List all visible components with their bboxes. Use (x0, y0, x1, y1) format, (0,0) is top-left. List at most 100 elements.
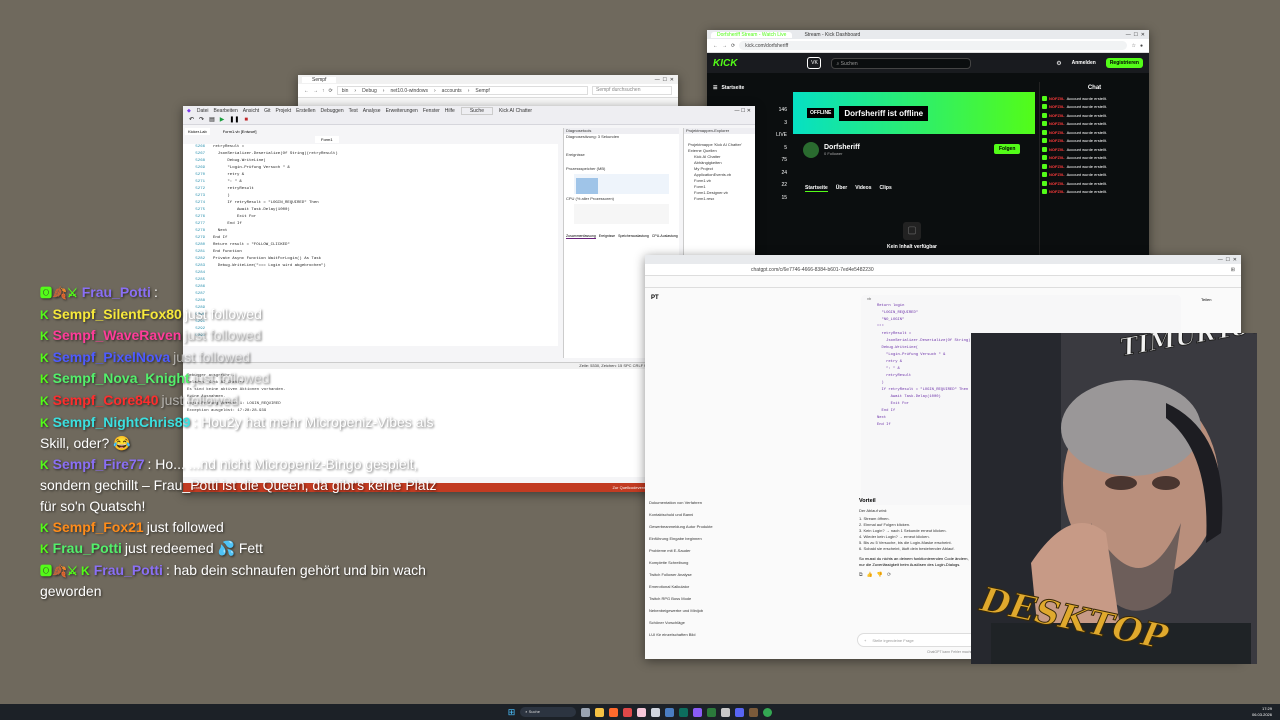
thumbs-down-icon[interactable]: 👎 (877, 572, 883, 578)
register-button[interactable]: Registrieren (1105, 58, 1143, 68)
conversation-item[interactable]: LUI für einzelschaften Bild (649, 629, 749, 641)
start-icon[interactable]: ▶ (220, 116, 225, 123)
gpt-url[interactable]: chatgpt.com/c/6e7746-4666-8384-b601-7ed4… (651, 267, 1227, 273)
prompt-input[interactable]: + Stelle irgendeine Frage (857, 633, 977, 647)
app-icon[interactable] (721, 707, 731, 717)
chat-username[interactable]: Frau_Potti (82, 284, 151, 300)
task-view-icon[interactable] (581, 707, 591, 717)
url-field[interactable]: kick.com/dorfsheriff (739, 41, 1128, 50)
refresh-icon[interactable]: ⟳ (329, 88, 333, 94)
conversation-item[interactable]: Gewerbeanmeldung Autor Produkte (649, 521, 749, 533)
conversation-item[interactable]: Dokumentation von Verfahren (649, 497, 749, 509)
stop-icon[interactable]: ■ (244, 117, 248, 123)
visual-studio-icon[interactable] (693, 707, 703, 717)
breadcrumb[interactable]: bin › Debug › net10.0-windows › accounts › S… (336, 86, 588, 95)
breadcrumb-item[interactable]: Sempf (475, 88, 489, 94)
vs-menu-item[interactable]: Analyse (363, 108, 381, 114)
chat-username[interactable]: Frau_Potti (53, 540, 122, 556)
chat-username[interactable]: NOFZ0L (1049, 130, 1065, 135)
breadcrumb-item[interactable]: Debug (362, 88, 377, 94)
app-icon[interactable] (735, 707, 745, 717)
chat-username[interactable]: NOFZ0L (1049, 138, 1065, 143)
chat-username[interactable]: NOFZ0L (1049, 113, 1065, 118)
browser-tab[interactable]: Stream - Kick Dashboard (798, 32, 866, 38)
tab-form1-design[interactable]: Form1.vb [Entwurf] (220, 128, 260, 135)
up-arrow-icon[interactable]: ↑ (322, 88, 325, 94)
conversation-item[interactable]: Emerotional Kalkulator (649, 581, 749, 593)
vs-menu-item[interactable]: Erweiterungen (386, 108, 418, 114)
refresh-icon[interactable]: ⟳ (731, 43, 735, 49)
gear-icon[interactable]: ⚙ (1056, 60, 1061, 67)
vs-search[interactable]: Suche (460, 106, 493, 115)
diag-tab[interactable]: Zusammenfassung (566, 234, 596, 239)
chat-username[interactable]: NOFZ0L (1049, 96, 1065, 101)
extension-icon[interactable]: ⊞ (1231, 267, 1235, 273)
conversation-item[interactable]: Twitch Follower Analyse (649, 569, 749, 581)
conversation-item[interactable]: Komplette Schreibung (649, 557, 749, 569)
chat-username[interactable]: NOFZ0L (1049, 155, 1065, 160)
chat-username[interactable]: Sempf_Core840 (53, 392, 159, 408)
conversation-item[interactable]: Schöner Vorschläge (649, 617, 749, 629)
redo-icon[interactable]: ↷ (199, 116, 204, 123)
copy-icon[interactable]: ⧉ (859, 572, 863, 578)
file-tab-form1[interactable]: Form1 (315, 136, 339, 143)
chat-username[interactable]: Sempf_PixelNova (53, 349, 171, 365)
chat-username[interactable]: NOFZ0L (1049, 104, 1065, 109)
diag-tab[interactable]: Ereignisse (599, 234, 615, 239)
app-icon[interactable] (679, 707, 689, 717)
app-icon[interactable] (623, 707, 633, 717)
vs-menu-item[interactable]: Fenster (423, 108, 440, 114)
chat-username[interactable]: Sempf_Nova_Knight (53, 370, 190, 386)
kick-home-link[interactable]: ☰ Startseite (707, 82, 777, 94)
chrome-icon[interactable] (763, 707, 773, 717)
chat-username[interactable]: Sempf_SilentFox80 (53, 306, 182, 322)
chat-username[interactable]: NOFZ0L (1049, 181, 1065, 186)
chat-username[interactable]: NOFZ0L (1049, 164, 1065, 169)
tab-videos[interactable]: Videos (855, 185, 871, 192)
regenerate-icon[interactable]: ⟳ (887, 572, 891, 578)
breadcrumb-item[interactable]: bin (342, 88, 349, 94)
vs-menu-item[interactable]: Datei (197, 108, 209, 114)
chat-username[interactable]: NOFZ0L (1049, 172, 1065, 177)
tab-clips[interactable]: Clips (880, 185, 892, 192)
vs-menu-item[interactable]: Debuggen (321, 108, 344, 114)
app-icon[interactable] (749, 707, 759, 717)
start-button-icon[interactable]: ⊞ (508, 707, 516, 718)
conversation-item[interactable]: Einführung Eingabe beginnen (649, 533, 749, 545)
thumbs-up-icon[interactable]: 👍 (867, 572, 873, 578)
chat-username[interactable]: Sempf_WaveRaven (53, 327, 182, 343)
chat-username[interactable]: Sempf_NightChris89 (53, 414, 191, 430)
conversation-item[interactable]: Twitch RPG Boss Mode (649, 593, 749, 605)
back-arrow-icon[interactable]: ← (713, 43, 718, 49)
system-clock[interactable]: 17:29 06.03.2026 (1252, 706, 1272, 718)
conversation-item[interactable]: Probleme mit E-Sauder (649, 545, 749, 557)
tab-kicker-lab[interactable]: Kicker.Lab (185, 128, 210, 135)
app-icon[interactable] (665, 707, 675, 717)
undo-icon[interactable]: ↶ (189, 116, 194, 123)
vs-menu-item[interactable]: Erstellen (296, 108, 315, 114)
diag-tab[interactable]: CPU-Auslastung (652, 234, 678, 239)
bookmark-icon[interactable]: ☆ (1131, 43, 1135, 49)
share-button[interactable]: Teilen (1201, 297, 1211, 302)
chat-username[interactable]: NOFZ0L (1049, 189, 1065, 194)
login-button[interactable]: Anmelden (1072, 60, 1096, 66)
plus-icon[interactable]: + (864, 638, 866, 643)
app-icon[interactable] (637, 707, 647, 717)
forward-arrow-icon[interactable]: → (313, 88, 318, 94)
avatar[interactable] (803, 142, 819, 158)
vs-menu-item[interactable]: Hilfe (445, 108, 455, 114)
app-icon[interactable] (707, 707, 717, 717)
tab-startseite[interactable]: Startseite (805, 185, 828, 192)
forward-arrow-icon[interactable]: → (722, 43, 727, 49)
chat-username[interactable]: NOFZ0L (1049, 121, 1065, 126)
gpt-model-label[interactable]: PT (651, 295, 659, 301)
vs-menu-item[interactable]: Projekt (276, 108, 292, 114)
tab-about[interactable]: Über (836, 185, 847, 192)
vs-menu-item[interactable]: Git (264, 108, 270, 114)
app-icon[interactable] (651, 707, 661, 717)
chat-username[interactable]: Frau_Potti (94, 562, 163, 578)
browser-tab[interactable]: Dorfsheriff Stream - Watch Live (711, 31, 793, 38)
vs-menu-item[interactable]: Bearbeiten (214, 108, 238, 114)
firefox-icon[interactable] (609, 707, 619, 717)
breadcrumb-item[interactable]: accounts (442, 88, 462, 94)
